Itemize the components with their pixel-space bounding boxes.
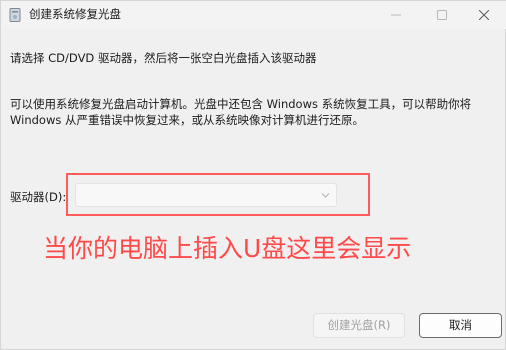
title-bar: 创建系统修复光盘 (1, 1, 506, 29)
annotation-highlight-box (66, 173, 370, 216)
close-button[interactable] (461, 1, 506, 29)
drive-label: 驱动器(D): (10, 190, 67, 204)
annotation-text: 当你的电脑上插入U盘这里会显示 (43, 234, 412, 263)
maximize-button[interactable] (419, 1, 465, 29)
create-disc-button[interactable]: 创建光盘(R) (313, 313, 405, 338)
maximize-icon (437, 10, 447, 20)
dialog-window: 创建系统修复光盘 请选择 CD/DVD 驱动器，然后将一张空白光盘插入该驱动器 … (0, 0, 506, 350)
cancel-button[interactable]: 取消 (419, 313, 502, 338)
disc-drive-icon (9, 7, 21, 22)
instruction-text: 请选择 CD/DVD 驱动器，然后将一张空白光盘插入该驱动器 (10, 51, 317, 65)
minimize-button[interactable] (373, 1, 419, 29)
description-line-1: 可以使用系统修复光盘启动计算机。光盘中还包含 Windows 系统恢复工具，可以… (10, 97, 472, 111)
description-line-2: Windows 从严重错误中恢复过来，或从系统映像对计算机进行还原。 (10, 113, 364, 127)
close-icon (479, 10, 489, 20)
minimize-icon (391, 14, 401, 16)
window-title: 创建系统修复光盘 (29, 7, 121, 21)
